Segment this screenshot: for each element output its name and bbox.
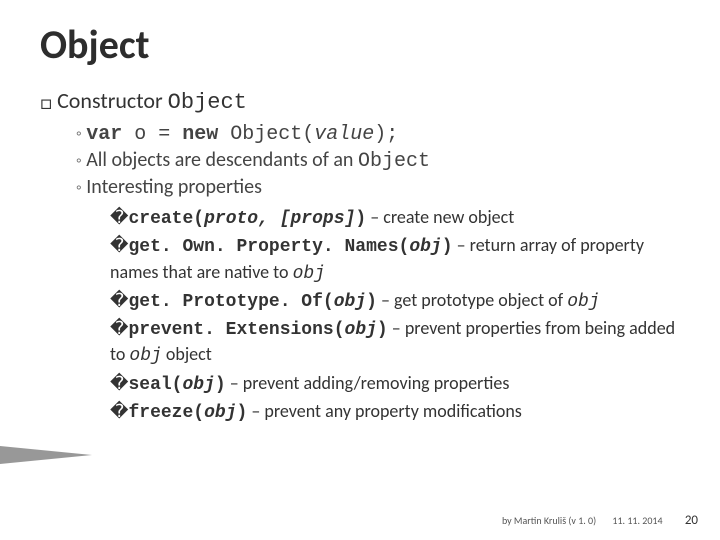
box-bullet-icon: � — [110, 234, 128, 256]
footer: by Martin Kruliš (v 1. 0) 11. 11. 2014 2… — [502, 513, 698, 528]
prop-getownpropnames: �get. Own. Property. Names(obj) – return… — [110, 233, 680, 286]
box-bullet-icon: � — [110, 372, 128, 394]
slide-title: Object — [40, 20, 680, 69]
interesting-text: Interesting properties — [86, 175, 262, 199]
square-bullet-icon: □ — [40, 91, 52, 115]
properties-list: �create(proto, [props]) – create new obj… — [110, 205, 680, 425]
footer-date: 11. 11. 2014 — [612, 514, 662, 527]
constructor-code: Object — [168, 90, 247, 115]
sub-var-new: ◦ var o = new Object(value); — [76, 121, 680, 146]
footer-author: by Martin Kruliš (v 1. 0) — [502, 514, 596, 527]
prop-freeze: �freeze(obj) – prevent any property modi… — [110, 399, 680, 425]
box-bullet-icon: � — [110, 317, 128, 339]
box-bullet-icon: � — [110, 289, 128, 311]
box-bullet-icon: � — [110, 206, 128, 228]
footer-page-number: 20 — [685, 513, 698, 528]
prop-create: �create(proto, [props]) – create new obj… — [110, 205, 680, 231]
box-bullet-icon: � — [110, 400, 128, 422]
sub-interesting: ◦ Interesting properties — [76, 175, 680, 199]
prop-preventextensions: �prevent. Extensions(obj) – prevent prop… — [110, 316, 680, 369]
ring-bullet-icon: ◦ — [76, 152, 82, 171]
ring-bullet-icon: ◦ — [76, 179, 82, 198]
bullet-constructor: □ Constructor Object — [40, 87, 680, 115]
descendants-code: Object — [358, 150, 430, 173]
slide: Object □ Constructor Object ◦ var o = ne… — [0, 0, 720, 540]
descendants-text: All objects are descendants of an — [86, 148, 358, 172]
prop-getprototypeof: �get. Prototype. Of(obj) – get prototype… — [110, 288, 680, 314]
sub-descendants: ◦ All objects are descendants of an Obje… — [76, 148, 680, 173]
prop-seal: �seal(obj) – prevent adding/removing pro… — [110, 371, 680, 397]
code-var-new: var o = new Object(value); — [86, 123, 398, 146]
constructor-label: Constructor — [57, 87, 168, 114]
ring-bullet-icon: ◦ — [76, 125, 82, 144]
decorative-wedge-icon — [0, 446, 92, 464]
